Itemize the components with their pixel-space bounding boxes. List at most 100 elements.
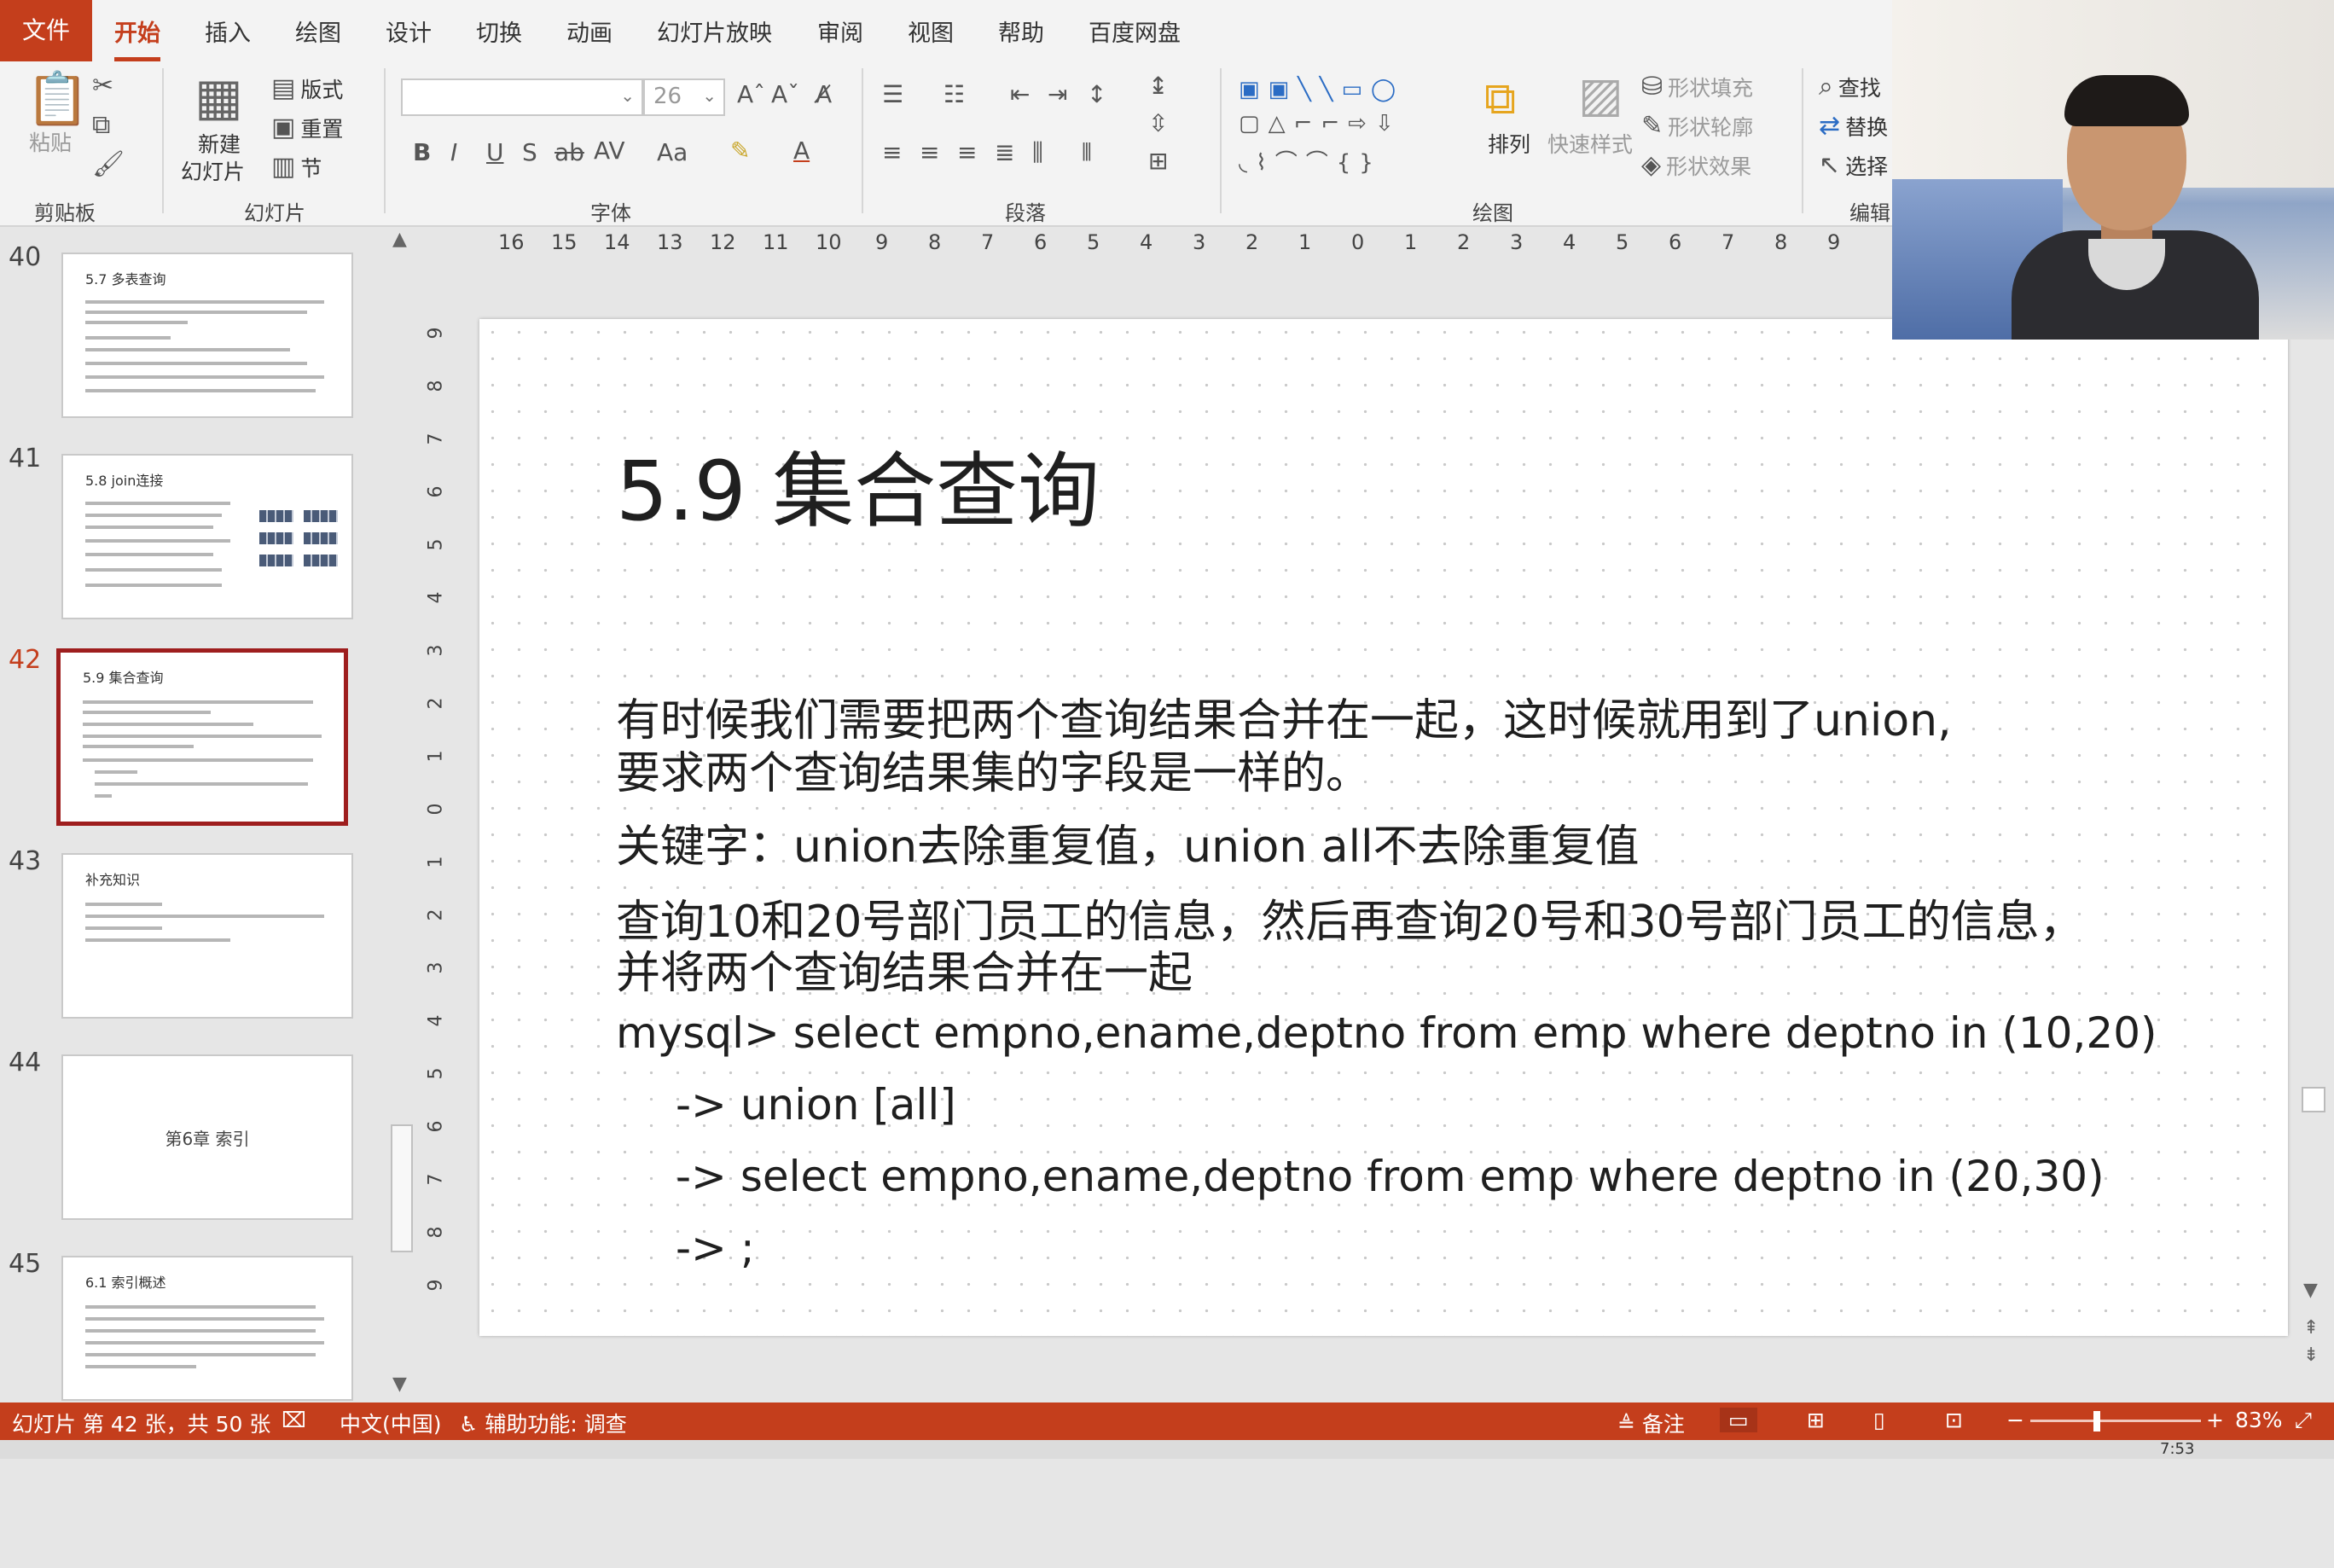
shape-outline-button[interactable]: ✎ 形状轮廓: [1641, 111, 1753, 142]
zoom-out-icon[interactable]: −: [2006, 1408, 2024, 1432]
paste-icon[interactable]: 📋: [26, 73, 90, 125]
line-spacing-icon[interactable]: ↕: [1087, 80, 1106, 108]
slide-thumbnail[interactable]: 第6章 索引: [61, 1054, 353, 1220]
zoom-in-icon[interactable]: +: [2206, 1408, 2224, 1432]
align-left-icon[interactable]: ≡: [882, 138, 902, 166]
normal-view-icon[interactable]: ▭: [1720, 1408, 1757, 1432]
char-spacing-icon[interactable]: AV: [594, 136, 625, 165]
slide-count-status[interactable]: 幻灯片 第 42 张，共 50 张: [12, 1408, 270, 1438]
bold-icon[interactable]: B: [413, 138, 431, 166]
font-size-combo[interactable]: 26 ⌄: [643, 78, 725, 116]
tab-insert[interactable]: 插入: [205, 0, 251, 68]
slide-canvas[interactable]: 5.9 集合查询 有时候我们需要把两个查询结果合并在一起，这时候就用到了unio…: [479, 319, 2288, 1336]
text-direction-icon[interactable]: ↨: [1148, 72, 1168, 100]
arrange-label[interactable]: 排列: [1488, 128, 1530, 159]
scrollbar-thumb[interactable]: [2302, 1087, 2325, 1112]
replace-button[interactable]: ⇄ 替换: [1819, 111, 1888, 142]
new-slide-label-1[interactable]: 新建: [198, 128, 241, 159]
underline-icon[interactable]: U: [486, 138, 504, 166]
layout-button[interactable]: ▤ 版式: [271, 73, 343, 104]
slide-text-line[interactable]: 关键字：union去除重复值，union all不去除重复值: [616, 810, 1640, 874]
shape-fill-button[interactable]: ⛁ 形状填充: [1641, 72, 1753, 102]
increase-font-icon[interactable]: Aˆ: [737, 80, 765, 108]
tab-home[interactable]: 开始: [114, 0, 160, 68]
new-slide-icon[interactable]: ▦: [194, 72, 243, 123]
scroll-down-icon[interactable]: ▼: [392, 1373, 407, 1395]
align-right-icon[interactable]: ≡: [957, 138, 977, 166]
section-button[interactable]: ▥ 节: [271, 152, 322, 183]
spellcheck-icon[interactable]: ⌧: [282, 1408, 306, 1432]
smartart-icon[interactable]: ⊞: [1148, 147, 1168, 175]
slide-thumbnail[interactable]: 5.8 join连接: [61, 454, 353, 619]
distributed-icon[interactable]: ⫼: [1032, 138, 1043, 167]
quick-styles-label[interactable]: 快速样式: [1547, 128, 1633, 159]
tab-design[interactable]: 设计: [386, 0, 432, 68]
justify-icon[interactable]: ≣: [995, 138, 1014, 166]
language-status[interactable]: 中文(中国): [340, 1408, 442, 1438]
shapes-gallery-row-3[interactable]: ◟⌇⌒⌒{}: [1239, 145, 1382, 177]
decrease-font-icon[interactable]: Aˇ: [771, 80, 799, 108]
reset-button[interactable]: ▣ 重置: [271, 113, 343, 143]
slide-thumbnail[interactable]: 6.1 索引概述: [61, 1256, 353, 1401]
editor-scrollbar[interactable]: ▼ ⇞ ⇟: [2296, 229, 2331, 1402]
select-button[interactable]: ↖ 选择: [1819, 150, 1888, 181]
copy-button[interactable]: ⧉: [92, 113, 110, 138]
decrease-indent-icon[interactable]: ⇤: [1010, 80, 1030, 108]
shape-effects-button[interactable]: ◈ 形状效果: [1641, 150, 1751, 181]
numbering-icon[interactable]: ☷: [943, 80, 965, 108]
tab-transitions[interactable]: 切换: [476, 0, 522, 68]
notes-button[interactable]: ≜ 备注: [1617, 1408, 1685, 1438]
zoom-slider-handle[interactable]: [2093, 1411, 2100, 1432]
tab-slideshow[interactable]: 幻灯片放映: [657, 0, 772, 68]
find-button[interactable]: ⌕ 查找: [1819, 72, 1881, 102]
slide-sorter-icon[interactable]: ⊞: [1807, 1408, 1825, 1432]
increase-indent-icon[interactable]: ⇥: [1048, 80, 1067, 108]
slide-thumbnail[interactable]: 补充知识: [61, 853, 353, 1019]
zoom-slider[interactable]: [2030, 1420, 2201, 1422]
zoom-level[interactable]: 83%: [2235, 1408, 2283, 1432]
arrange-icon[interactable]: ⧉: [1484, 77, 1516, 121]
font-color-icon[interactable]: A: [793, 136, 810, 165]
shadow-icon[interactable]: S: [522, 138, 537, 166]
thumbnail-scrollbar[interactable]: ▲ ▼: [389, 229, 415, 1399]
tab-help[interactable]: 帮助: [998, 0, 1044, 68]
tab-file[interactable]: 文件: [0, 0, 92, 61]
columns-icon[interactable]: ⫴: [1082, 138, 1092, 167]
new-slide-label-2[interactable]: 幻灯片: [181, 155, 245, 186]
italic-icon[interactable]: I: [450, 138, 457, 166]
slide-code-line[interactable]: mysql> select empno,ename,deptno from em…: [616, 1008, 2157, 1058]
next-slide-icon[interactable]: ⇟: [2303, 1344, 2319, 1366]
cut-button[interactable]: ✂: [92, 73, 113, 99]
slide-thumbnail[interactable]: 5.7 多表查询: [61, 253, 353, 418]
change-case-icon[interactable]: Aa: [657, 138, 688, 166]
slide-title[interactable]: 5.9 集合查询: [616, 425, 1100, 543]
slide-code-line[interactable]: -> union [all]: [676, 1080, 956, 1130]
quick-styles-icon[interactable]: ▨: [1578, 72, 1623, 119]
fit-to-window-icon[interactable]: ⤢: [2295, 1408, 2312, 1433]
reading-view-icon[interactable]: ▯: [1873, 1408, 1885, 1432]
tab-baidu-netdisk[interactable]: 百度网盘: [1089, 0, 1181, 68]
align-center-icon[interactable]: ≡: [920, 138, 939, 166]
align-text-icon[interactable]: ⇳: [1148, 109, 1168, 137]
scroll-up-icon[interactable]: ▲: [392, 229, 407, 250]
clear-format-icon[interactable]: A̸: [816, 80, 832, 108]
format-painter-button[interactable]: 🖌: [92, 152, 125, 177]
bullets-icon[interactable]: ☰: [882, 80, 903, 108]
paste-label[interactable]: 粘贴: [29, 126, 72, 157]
tab-draw[interactable]: 绘图: [295, 0, 341, 68]
slideshow-icon[interactable]: ⊡: [1945, 1408, 1963, 1432]
font-name-combo[interactable]: ⌄: [401, 78, 643, 116]
shapes-gallery-row-1[interactable]: ▣▣╲╲▭◯: [1239, 77, 1404, 102]
slide-text-line[interactable]: 并将两个查询结果合并在一起: [616, 937, 1193, 1001]
slide-code-line[interactable]: -> ;: [676, 1223, 755, 1273]
tab-review[interactable]: 审阅: [817, 0, 863, 68]
scroll-down-icon[interactable]: ▼: [2303, 1280, 2318, 1301]
shapes-gallery-row-2[interactable]: ▢△⌐⌐⇨⇩: [1239, 111, 1402, 136]
highlight-icon[interactable]: ✎: [730, 136, 750, 165]
scrollbar-thumb[interactable]: [391, 1124, 413, 1252]
tab-animations[interactable]: 动画: [566, 0, 613, 68]
slide-code-line[interactable]: -> select empno,ename,deptno from emp wh…: [676, 1152, 2105, 1201]
previous-slide-icon[interactable]: ⇞: [2303, 1317, 2319, 1339]
slide-text-line[interactable]: 要求两个查询结果集的字段是一样的。: [616, 737, 1370, 801]
slide-thumbnail-current[interactable]: 5.9 集合查询: [56, 648, 348, 826]
